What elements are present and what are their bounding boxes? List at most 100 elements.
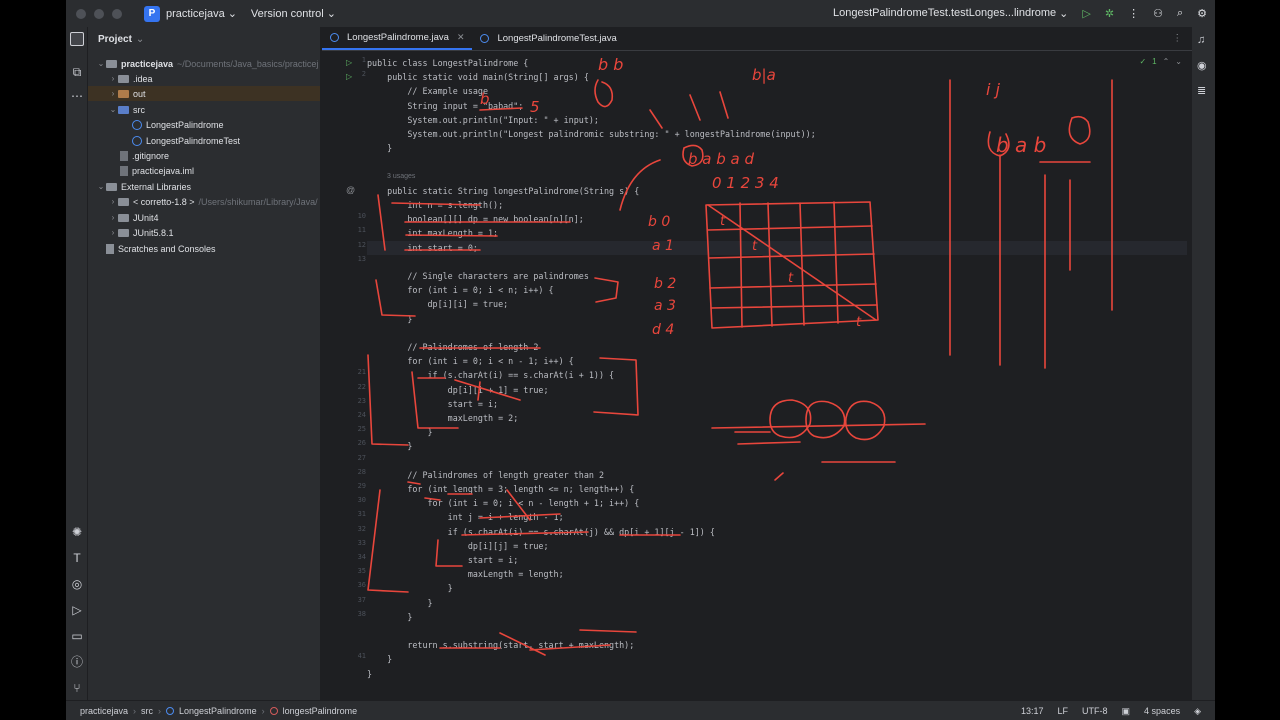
tree-item-longestpalindrome[interactable]: LongestPalindrome [88, 117, 320, 132]
code-area[interactable]: public class LongestPalindrome { public … [367, 51, 1187, 704]
code-line[interactable]: for (int i = 0; i < n; i++) { [367, 283, 553, 297]
run-class-icon[interactable]: ▷ [346, 58, 352, 67]
terminal-icon[interactable]: ▭ [70, 629, 84, 643]
code-line[interactable]: maxLength = length; [367, 567, 564, 581]
code-line[interactable]: } [367, 312, 412, 326]
code-line[interactable]: // Single characters are palindromes [367, 269, 589, 283]
code-line[interactable]: System.out.println("Longest palindromic … [367, 127, 815, 141]
search-icon[interactable]: ⌕ [1177, 7, 1183, 20]
run-icon[interactable]: ▷ [1082, 7, 1090, 20]
lock-icon[interactable]: ▣ [1122, 706, 1131, 717]
file-encoding[interactable]: UTF-8 [1082, 706, 1108, 716]
minimize-window-button[interactable] [94, 8, 104, 19]
tree-item-corretto[interactable]: › < corretto-1.8 >/Users/shikumar/Library… [88, 194, 320, 209]
add-user-icon[interactable]: ⚇ [1153, 7, 1163, 20]
run-tool-icon[interactable]: ▷ [70, 603, 84, 617]
tree-item-root[interactable]: ⌄ practicejava ~/Documents/Java_basics/pra… [88, 56, 320, 71]
expand-arrow-icon: › [111, 213, 115, 222]
close-icon[interactable]: ✕ [457, 32, 465, 43]
more-tools-icon[interactable]: ⋯ [70, 89, 84, 103]
code-line[interactable]: } [367, 610, 412, 624]
code-line[interactable]: } [367, 439, 412, 453]
tab-longestpalindrometest[interactable]: LongestPalindromeTest.java [472, 26, 624, 50]
code-line[interactable]: System.out.println("Input: " + input); [367, 113, 599, 127]
services-icon[interactable]: ◎ [70, 577, 84, 591]
code-line[interactable]: start = i; [367, 397, 498, 411]
code-line[interactable]: for (int i = 0; i < n - length + 1; i++)… [367, 496, 640, 510]
tree-item-idea[interactable]: › .idea [88, 71, 320, 86]
code-line[interactable]: return s.substring(start, start + maxLen… [367, 638, 634, 652]
indent-setting[interactable]: 4 spaces [1144, 706, 1180, 716]
code-line[interactable]: } [367, 141, 392, 155]
run-main-icon[interactable]: ▷ [346, 72, 352, 81]
code-line[interactable]: int start = 0; [367, 240, 1187, 255]
code-line[interactable]: // Palindromes of length 2 [367, 340, 538, 354]
code-line[interactable]: boolean[][] dp = new boolean[n][n]; [367, 212, 584, 226]
build-icon[interactable]: T [70, 551, 84, 565]
breadcrumb-src[interactable]: src [141, 706, 153, 716]
code-line[interactable]: if (s.charAt(i) == s.charAt(i + 1)) { [367, 368, 615, 382]
project-panel-header[interactable]: Project ⌄ [88, 27, 320, 51]
chevron-down-icon: ⌄ [326, 8, 336, 20]
more-icon[interactable]: ⋮ [1128, 7, 1139, 20]
breadcrumb-class[interactable]: LongestPalindrome [179, 706, 257, 716]
override-icon[interactable]: @ [346, 185, 355, 195]
code-line[interactable]: for (int i = 0; i < n - 1; i++) { [367, 354, 573, 368]
breadcrumb-method[interactable]: longestPalindrome [283, 706, 358, 716]
code-line[interactable]: // Example usage [367, 84, 488, 98]
notifications-icon[interactable]: ♫ [1197, 34, 1205, 46]
code-line[interactable]: } [367, 581, 453, 595]
code-line[interactable]: int maxLength = 1; [367, 226, 498, 240]
code-line[interactable]: int j = i + length - 1; [367, 510, 564, 524]
code-line[interactable]: dp[i][i + 1] = true; [367, 383, 549, 397]
maximize-window-button[interactable] [112, 8, 122, 19]
code-line[interactable]: start = i; [367, 553, 518, 567]
debug-icon[interactable]: ✲ [1105, 7, 1114, 20]
code-line[interactable]: for (int length = 3; length <= n; length… [367, 482, 634, 496]
code-line[interactable]: int n = s.length(); [367, 198, 503, 212]
close-window-button[interactable] [76, 8, 86, 19]
line-separator[interactable]: LF [1058, 706, 1069, 716]
code-line[interactable]: } [367, 425, 433, 439]
caret-position[interactable]: 13:17 [1021, 706, 1044, 716]
project-folder-icon[interactable] [70, 32, 84, 46]
tab-actions: ⋮ [1173, 26, 1193, 50]
code-line[interactable]: // Palindromes of length greater than 2 [367, 468, 604, 482]
ai-assistant-icon[interactable]: ◉ [1197, 59, 1207, 72]
tree-item-junit4[interactable]: › JUnit4 [88, 210, 320, 225]
tree-item-scratches[interactable]: Scratches and Consoles [88, 241, 320, 256]
structure-icon[interactable]: ⧉ [70, 65, 84, 79]
code-line[interactable]: String input = "babad"; [367, 99, 523, 113]
vcs-icon[interactable]: ◈ [1194, 706, 1201, 717]
tree-item-src[interactable]: ⌄ src [88, 102, 320, 117]
usages-hint[interactable]: 3 usages [387, 170, 415, 184]
tab-longestpalindrome[interactable]: LongestPalindrome.java ✕ [322, 26, 473, 50]
tree-item-longestpalindrometest[interactable]: LongestPalindromeTest [88, 133, 320, 148]
code-line[interactable]: dp[i][i] = true; [367, 297, 509, 311]
code-line[interactable]: } [367, 652, 392, 666]
code-line[interactable]: public static void main(String[] args) { [367, 70, 589, 84]
problems-icon[interactable]: ⓘ [70, 655, 84, 669]
code-line[interactable]: public class LongestPalindrome { [367, 56, 528, 70]
tree-item-out[interactable]: › out [88, 86, 320, 101]
code-line[interactable]: public static String longestPalindrome(S… [367, 184, 639, 198]
tree-item-external-libraries[interactable]: ⌄ External Libraries [88, 179, 320, 194]
version-control-menu[interactable]: Version control ⌄ [251, 7, 336, 21]
breadcrumb-project[interactable]: practicejava [80, 706, 128, 716]
code-line[interactable]: } [367, 596, 433, 610]
code-line[interactable]: if (s.charAt(i) == s.charAt(j) && dp[i +… [367, 525, 715, 539]
tree-item-iml[interactable]: practicejava.iml [88, 163, 320, 178]
project-switcher[interactable]: practicejava ⌄ [166, 7, 237, 21]
bug-icon[interactable]: ✺ [70, 525, 84, 539]
code-line[interactable]: dp[i][j] = true; [367, 539, 549, 553]
database-icon[interactable]: ≣ [1197, 84, 1206, 97]
git-icon[interactable]: ⑂ [70, 681, 84, 695]
tree-item-gitignore[interactable]: .gitignore [88, 148, 320, 163]
gear-icon[interactable]: ⚙ [1197, 7, 1207, 20]
code-line[interactable]: } [367, 667, 372, 681]
tree-item-junit5[interactable]: › JUnit5.8.1 [88, 225, 320, 240]
tab-menu-icon[interactable]: ⋮ [1173, 33, 1183, 44]
chevron-down-icon: ⌄ [1059, 8, 1069, 20]
code-line[interactable]: maxLength = 2; [367, 411, 519, 425]
run-config-selector[interactable]: LongestPalindromeTest.testLonges...lindr… [833, 7, 1068, 20]
